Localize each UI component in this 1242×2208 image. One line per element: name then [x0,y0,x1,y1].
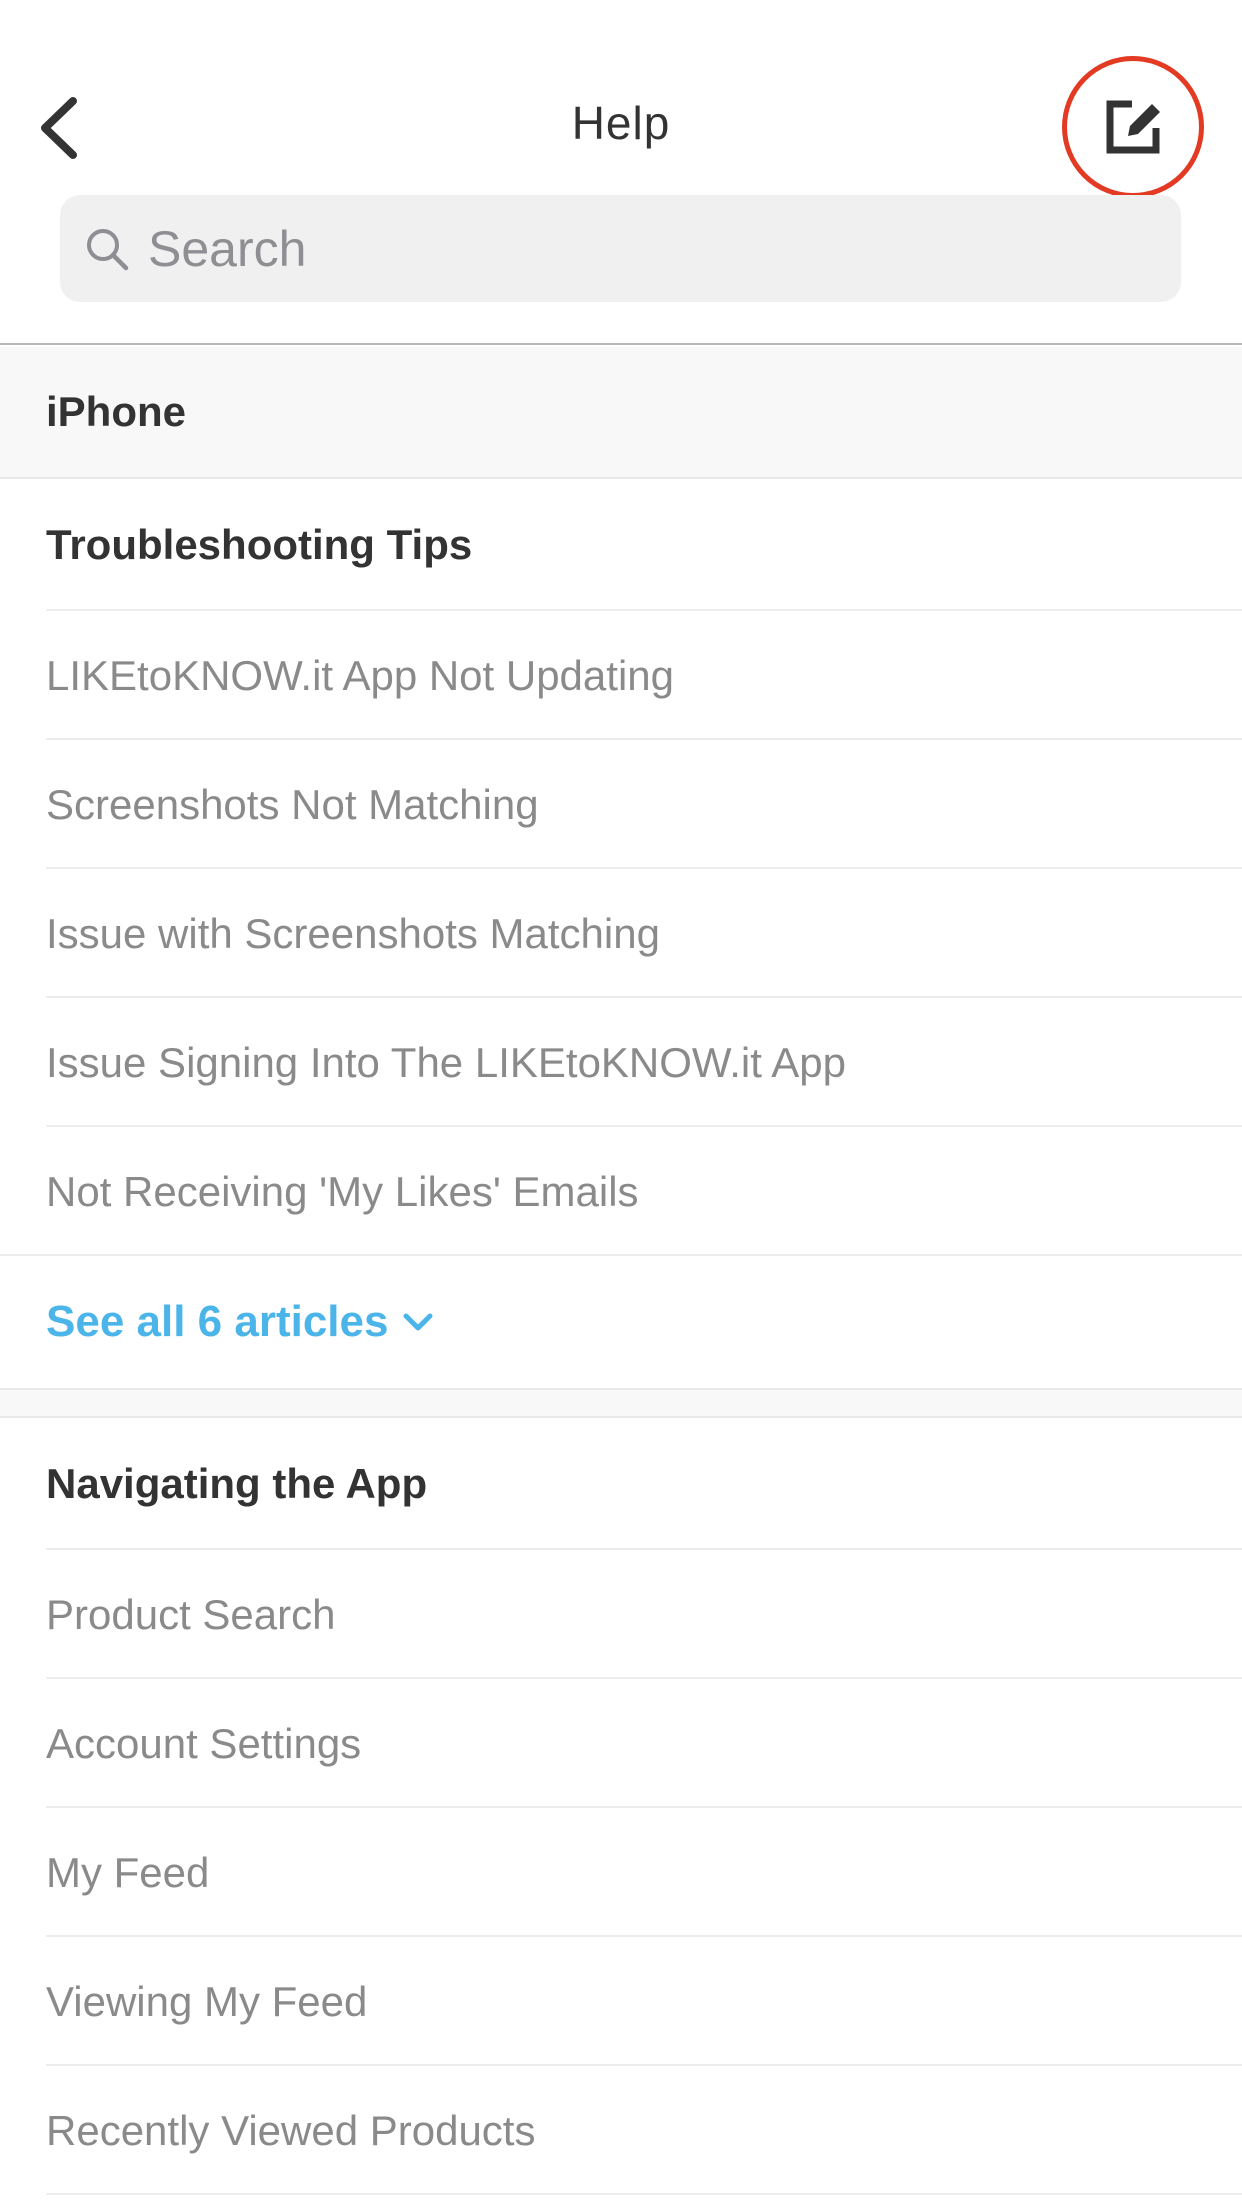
section-header-iphone: iPhone [0,347,1242,479]
article-item[interactable]: Viewing My Feed [0,1937,1242,2066]
article-item[interactable]: LIKEtoKNOW.it App Not Updating [0,611,1242,740]
see-all-articles-link[interactable]: See all 6 articles [0,1256,1242,1388]
article-item[interactable]: Issue Signing Into The LIKEtoKNOW.it App [0,998,1242,1127]
chevron-down-icon [402,1311,434,1333]
article-item[interactable]: Account Settings [0,1679,1242,1808]
section-divider [0,1388,1242,1418]
see-all-label: See all 6 articles [46,1297,389,1346]
search-icon [84,226,130,272]
article-item[interactable]: Product Search [0,1550,1242,1679]
search-bar[interactable] [60,195,1181,302]
category-title-navigating: Navigating the App [0,1418,1242,1550]
article-item[interactable]: My Feed [0,1808,1242,1937]
help-content: iPhone Troubleshooting Tips LIKEtoKNOW.i… [0,347,1242,2195]
article-item[interactable]: Recently Viewed Products [0,2066,1242,2195]
article-item[interactable]: Screenshots Not Matching [0,740,1242,869]
compose-icon [1106,100,1160,154]
back-button[interactable] [28,88,88,168]
chevron-left-icon [41,97,77,159]
nav-header: Help [0,0,1242,345]
article-item[interactable]: Not Receiving 'My Likes' Emails [0,1127,1242,1256]
category-title-troubleshooting: Troubleshooting Tips [0,479,1242,611]
page-title: Help [571,97,671,149]
article-item[interactable]: Issue with Screenshots Matching [0,869,1242,998]
compose-button[interactable] [1062,56,1204,198]
search-input[interactable] [148,208,1148,289]
